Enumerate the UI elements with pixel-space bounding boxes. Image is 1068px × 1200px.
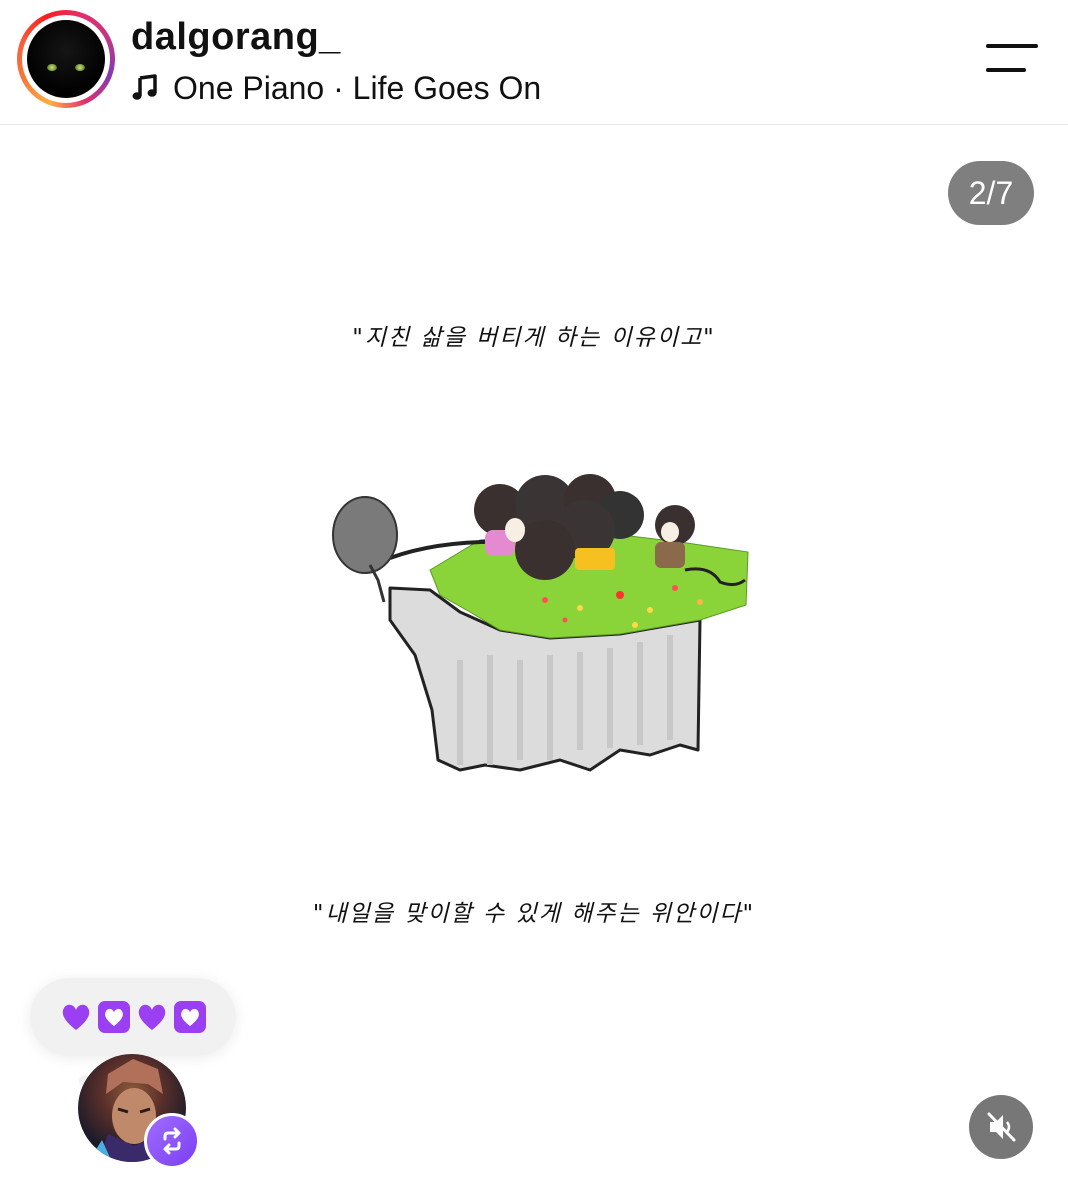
reaction-emojis-bubble[interactable] — [30, 978, 236, 1056]
purple-heart-icon — [59, 1000, 93, 1034]
hanging-person-head — [332, 496, 398, 574]
story-caption-bottom: "내일을 맞이할 수 있게 해주는 위안이다" — [312, 901, 756, 927]
purple-heart-icon — [135, 1000, 169, 1034]
speaker-glyph — [987, 1112, 1016, 1142]
avatar-border — [22, 15, 110, 103]
menu-line — [986, 68, 1026, 72]
repost-icon — [144, 1113, 200, 1169]
username[interactable]: dalgorang_ — [131, 16, 341, 59]
profile-avatar[interactable] — [17, 10, 115, 108]
heart-decoration-icon — [97, 1000, 131, 1034]
hamburger-menu-icon[interactable] — [986, 44, 1038, 74]
story-caption-top: "지친 삶을 버티게 하는 이유이고" — [352, 325, 716, 351]
cat-eye-right — [75, 63, 85, 71]
menu-line — [986, 44, 1038, 48]
music-note-icon — [132, 74, 157, 100]
heart-decoration-icon — [173, 1000, 207, 1034]
cliff-rescue-illustration — [332, 474, 749, 772]
story-page-counter: 2/7 — [948, 161, 1034, 225]
story-header: dalgorang_ One Piano · Life Goes On — [0, 0, 1068, 125]
cat-eye-left — [47, 63, 57, 71]
speaker-muted-icon[interactable] — [969, 1095, 1033, 1159]
music-info[interactable]: One Piano · Life Goes On — [131, 68, 541, 108]
song-title: One Piano · Life Goes On — [173, 69, 542, 106]
black-cat-avatar-image — [27, 20, 105, 98]
